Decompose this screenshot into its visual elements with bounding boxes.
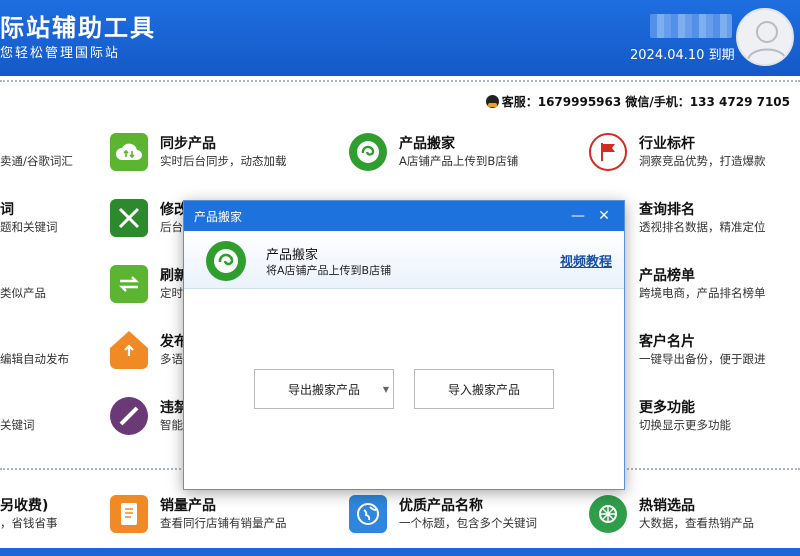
contact-info: 客服：1679995963 微信/手机：133 4729 7105 bbox=[485, 93, 790, 110]
swirl-icon bbox=[349, 133, 387, 171]
app-title: 际站辅助工具 bbox=[0, 14, 156, 42]
notebook-icon bbox=[110, 495, 148, 533]
bottom-strip bbox=[0, 548, 800, 556]
import-move-button[interactable]: 导入搬家产品 bbox=[414, 369, 554, 409]
dialog-subheading: 将A店铺产品上传到B店铺 bbox=[266, 264, 392, 277]
avatar[interactable] bbox=[736, 8, 794, 66]
caret-down-icon[interactable]: ▼ bbox=[383, 385, 389, 394]
cloud-sync-icon bbox=[110, 133, 148, 171]
close-button[interactable]: ✕ bbox=[594, 206, 614, 226]
username-blurred bbox=[650, 14, 732, 38]
badge-icon bbox=[589, 495, 627, 533]
dialog-titlebar: 产品搬家 — ✕ bbox=[184, 201, 624, 231]
expire-date: 2024.04.10 到期 bbox=[630, 48, 735, 63]
globe-icon bbox=[349, 495, 387, 533]
minimize-button[interactable]: — bbox=[568, 206, 588, 226]
video-tutorial-link[interactable]: 视频教程 bbox=[560, 251, 612, 270]
product-move-dialog: 产品搬家 — ✕ 产品搬家 将A店铺产品上传到B店铺 视频教程 导出搬家产品 ▼… bbox=[183, 200, 625, 490]
dialog-heading: 产品搬家 bbox=[266, 248, 319, 263]
app-header: 际站辅助工具 您轻松管理国际站 2024.04.10 到期 bbox=[0, 0, 800, 76]
app-subtitle: 您轻松管理国际站 bbox=[0, 46, 121, 61]
flag-icon bbox=[589, 133, 627, 171]
swirl-icon bbox=[206, 241, 246, 281]
tools-icon bbox=[110, 199, 148, 237]
prohibited-icon bbox=[110, 397, 148, 435]
refresh-icon bbox=[110, 265, 148, 303]
dialog-header: 产品搬家 将A店铺产品上传到B店铺 视频教程 bbox=[184, 231, 624, 289]
divider bbox=[0, 80, 800, 82]
upload-tray-icon bbox=[110, 331, 148, 369]
user-icon bbox=[747, 21, 787, 61]
qq-icon bbox=[485, 95, 499, 108]
export-move-button[interactable]: 导出搬家产品 ▼ bbox=[254, 369, 394, 409]
dialog-title: 产品搬家 bbox=[194, 209, 243, 224]
